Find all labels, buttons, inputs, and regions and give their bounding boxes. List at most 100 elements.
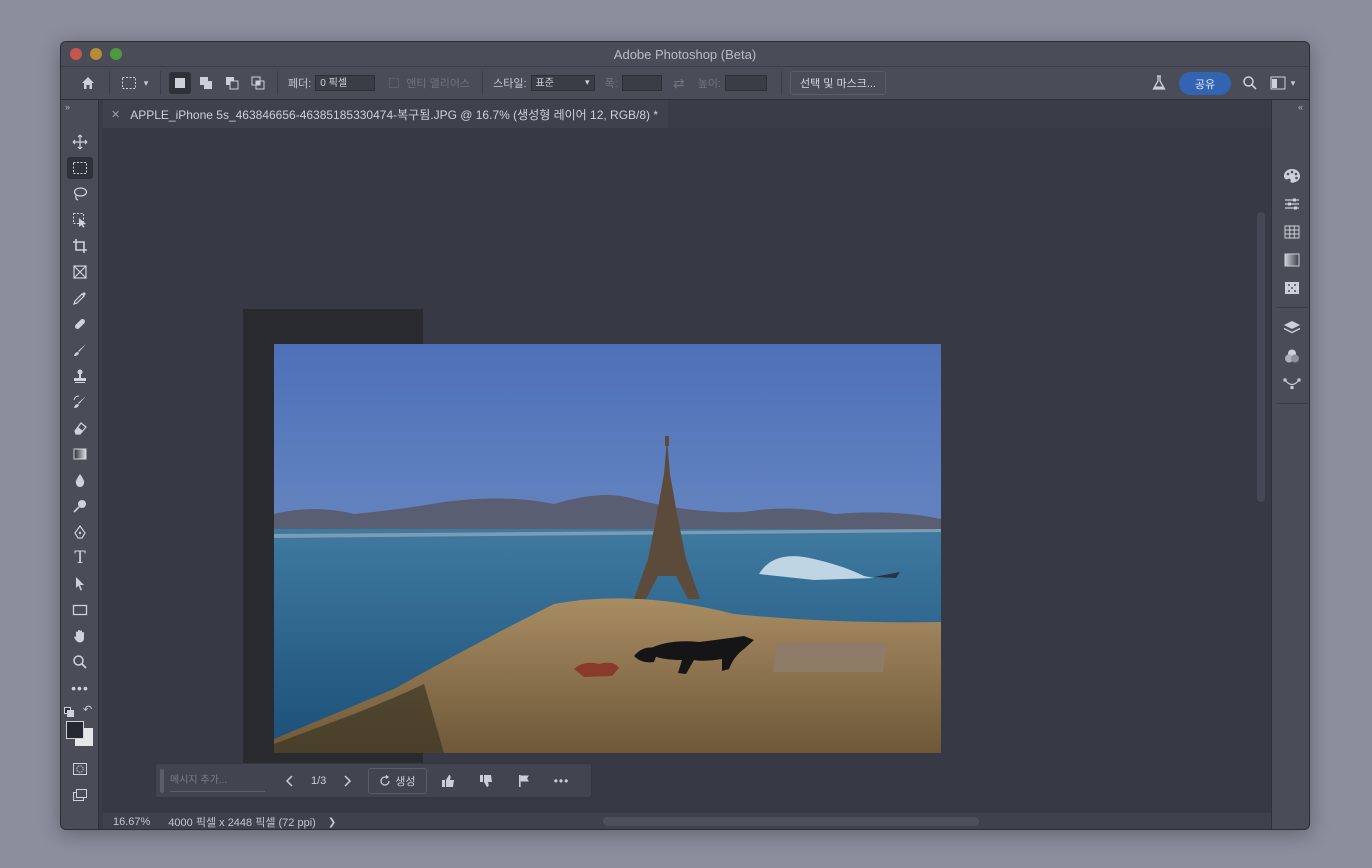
- zoom-level[interactable]: 16.67%: [113, 816, 150, 828]
- adjustments-icon[interactable]: [1283, 195, 1301, 213]
- prompt-input[interactable]: 메시지 추가...: [170, 770, 265, 792]
- next-variation-icon[interactable]: [334, 769, 360, 793]
- foreground-color-swatch[interactable]: [66, 721, 84, 739]
- horizontal-scrollbar-thumb[interactable]: [603, 817, 979, 826]
- feather-label: 페더:: [288, 78, 312, 90]
- document-image[interactable]: [274, 344, 941, 753]
- eyedropper-tool-icon[interactable]: [67, 287, 93, 309]
- path-selection-tool-icon[interactable]: [67, 573, 93, 595]
- color-palette-icon[interactable]: [1283, 167, 1301, 185]
- photoshop-window: Adobe Photoshop (Beta) ▾ 페더: 0 픽셀 앤티 앨리어…: [60, 41, 1310, 830]
- frame-tool-icon[interactable]: [67, 261, 93, 283]
- panel-dock: «: [1271, 100, 1309, 829]
- new-selection-icon[interactable]: [169, 72, 191, 94]
- gradients-icon[interactable]: [1283, 251, 1301, 269]
- style-label: 스타일:: [493, 78, 527, 90]
- pen-tool-icon[interactable]: [67, 521, 93, 543]
- canvas-area[interactable]: 메시지 추가... 1/3 생성 •••: [103, 128, 1253, 813]
- antialias-checkbox[interactable]: [389, 78, 400, 88]
- antialias-label: 앤티 앨리어스: [406, 78, 471, 90]
- marquee-preset-icon[interactable]: [118, 72, 140, 94]
- divider: [780, 71, 782, 95]
- divider: [482, 71, 484, 95]
- select-and-mask-button[interactable]: 선택 및 마스크...: [789, 71, 886, 95]
- search-icon[interactable]: [1239, 72, 1261, 94]
- move-tool-icon[interactable]: [67, 131, 93, 153]
- lasso-tool-icon[interactable]: [67, 183, 93, 205]
- thumbs-down-icon[interactable]: [473, 769, 499, 793]
- generate-button[interactable]: 생성: [368, 767, 427, 794]
- report-flag-icon[interactable]: [511, 769, 537, 793]
- rectangular-marquee-tool-icon[interactable]: [67, 157, 93, 179]
- width-input[interactable]: [621, 75, 662, 91]
- paths-icon[interactable]: [1283, 375, 1301, 393]
- feather-input[interactable]: 0 픽셀: [315, 75, 376, 91]
- swap-colors-icon[interactable]: ↶: [83, 703, 92, 716]
- minimize-window-button[interactable]: [90, 48, 102, 60]
- divider: [277, 71, 278, 95]
- beta-flask-icon[interactable]: [1148, 72, 1170, 94]
- previous-variation-icon[interactable]: [277, 769, 303, 793]
- title-bar: Adobe Photoshop (Beta): [61, 42, 1309, 66]
- variation-counter: 1/3: [311, 774, 327, 787]
- quick-mask-icon[interactable]: [67, 758, 93, 780]
- clone-stamp-tool-icon[interactable]: [67, 365, 93, 387]
- height-input[interactable]: [724, 75, 767, 91]
- contextual-task-bar: 메시지 추가... 1/3 생성 •••: [155, 763, 592, 798]
- rectangle-tool-icon[interactable]: [67, 599, 93, 621]
- regenerate-icon: [380, 774, 390, 786]
- divider: [160, 71, 161, 95]
- chevron-down-icon[interactable]: ▾: [140, 72, 152, 94]
- status-bar: 16.67% 4000 픽셀 x 2448 픽셀 (72 ppi) ❯: [103, 813, 1271, 829]
- height-label: 높이:: [697, 78, 721, 90]
- workspace-icon[interactable]: [1267, 72, 1289, 94]
- intersect-selection-icon[interactable]: [247, 72, 269, 94]
- thumbs-up-icon[interactable]: [435, 769, 461, 793]
- zoom-tool-icon[interactable]: [67, 651, 93, 673]
- swap-icon[interactable]: ⇄: [668, 72, 690, 94]
- swatches-grid-icon[interactable]: [1283, 223, 1301, 241]
- close-window-button[interactable]: [70, 48, 82, 60]
- document-tab-label: APPLE_iPhone 5s_463846656-46385185330474…: [130, 107, 659, 122]
- gradient-tool-icon[interactable]: [67, 443, 93, 465]
- channels-icon[interactable]: [1283, 347, 1301, 365]
- document-tabs: ✕ APPLE_iPhone 5s_463846656-463851853304…: [103, 100, 1271, 128]
- options-bar: ▾ 페더: 0 픽셀 앤티 앨리어스 스타일: 표준 ▾ 폭: ⇄ 높이: 선택 …: [61, 66, 1309, 100]
- zoom-window-button[interactable]: [110, 48, 122, 60]
- blur-tool-icon[interactable]: [67, 469, 93, 491]
- screen-mode-icon[interactable]: [67, 784, 93, 806]
- patterns-icon[interactable]: [1283, 279, 1301, 297]
- more-options-icon[interactable]: •••: [549, 769, 575, 793]
- style-value: 표준: [535, 78, 554, 89]
- drag-handle[interactable]: [160, 768, 164, 793]
- home-icon[interactable]: [77, 72, 99, 94]
- more-tools-icon[interactable]: •••: [67, 677, 93, 699]
- close-tab-icon[interactable]: ✕: [111, 108, 120, 121]
- type-tool-icon[interactable]: T: [67, 547, 93, 569]
- crop-tool-icon[interactable]: [67, 235, 93, 257]
- window-title: Adobe Photoshop (Beta): [613, 46, 757, 62]
- subtract-selection-icon[interactable]: [221, 72, 243, 94]
- style-select[interactable]: 표준 ▾: [530, 75, 595, 91]
- object-selection-tool-icon[interactable]: [67, 209, 93, 231]
- divider: [1276, 403, 1308, 404]
- layers-icon[interactable]: [1283, 319, 1301, 337]
- document-info: 4000 픽셀 x 2448 픽셀 (72 ppi): [168, 817, 316, 829]
- expand-panels-icon[interactable]: «: [1298, 102, 1303, 112]
- add-selection-icon[interactable]: [195, 72, 217, 94]
- default-colors-icon[interactable]: [64, 704, 74, 717]
- dodge-tool-icon[interactable]: [67, 495, 93, 517]
- hand-tool-icon[interactable]: [67, 625, 93, 647]
- healing-brush-tool-icon[interactable]: [67, 313, 93, 335]
- eraser-tool-icon[interactable]: [67, 417, 93, 439]
- brush-tool-icon[interactable]: [67, 339, 93, 361]
- divider: [1276, 307, 1308, 308]
- chevron-right-icon[interactable]: ❯: [328, 817, 336, 828]
- collapse-panel-icon[interactable]: »: [65, 102, 70, 112]
- chevron-down-icon[interactable]: ▾: [1287, 72, 1299, 94]
- vertical-scrollbar-thumb[interactable]: [1257, 212, 1265, 502]
- document-tab[interactable]: ✕ APPLE_iPhone 5s_463846656-463851853304…: [103, 100, 669, 128]
- share-button[interactable]: 공유: [1179, 72, 1231, 95]
- vertical-scrollbar[interactable]: [1253, 128, 1271, 813]
- history-brush-tool-icon[interactable]: [67, 391, 93, 413]
